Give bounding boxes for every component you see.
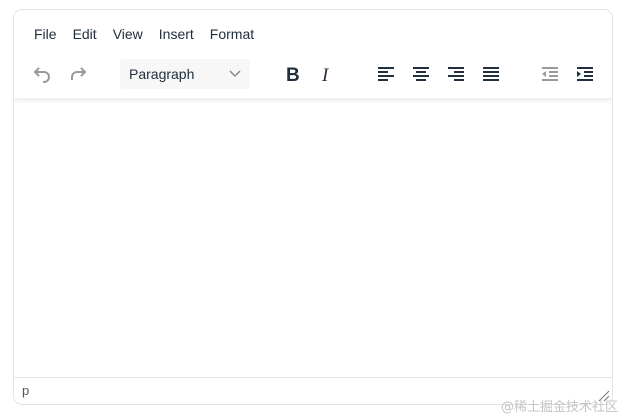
align-right-button[interactable] (441, 58, 471, 90)
svg-text:B: B (286, 65, 300, 86)
block-format-select[interactable]: Paragraph (120, 59, 250, 89)
undo-button[interactable] (27, 58, 57, 90)
undo-icon (33, 67, 50, 83)
editor-header: File Edit View Insert Format Paragraph B… (14, 10, 612, 99)
menu-edit[interactable]: Edit (65, 24, 105, 44)
menu-format[interactable]: Format (202, 24, 262, 44)
svg-text:I: I (321, 65, 330, 86)
toolbar: Paragraph B I (14, 58, 612, 90)
redo-icon (71, 67, 87, 80)
watermark: @稀土掘金技术社区 (500, 400, 618, 415)
align-justify-icon (483, 67, 499, 81)
italic-button[interactable]: I (312, 58, 342, 90)
menu-insert[interactable]: Insert (151, 24, 202, 44)
align-center-icon (413, 67, 429, 81)
align-left-icon (378, 67, 394, 81)
justify-button[interactable] (476, 58, 506, 90)
align-right-icon (448, 67, 464, 81)
outdent-button[interactable] (535, 58, 565, 90)
menu-file[interactable]: File (26, 24, 65, 44)
editor-content-area[interactable] (14, 98, 612, 378)
italic-icon: I (321, 65, 330, 86)
rich-text-editor: File Edit View Insert Format Paragraph B… (13, 9, 613, 405)
redo-button[interactable] (63, 58, 93, 90)
indent-button[interactable] (570, 58, 600, 90)
outdent-icon (542, 67, 558, 81)
bold-icon: B (286, 65, 300, 86)
menubar: File Edit View Insert Format (26, 24, 262, 44)
menu-view[interactable]: View (105, 24, 151, 44)
align-left-button[interactable] (371, 58, 401, 90)
align-center-button[interactable] (406, 58, 436, 90)
block-format-value: Paragraph (129, 66, 195, 82)
bold-button[interactable]: B (277, 58, 307, 90)
chevron-down-icon (229, 70, 241, 78)
indent-icon (577, 67, 593, 81)
element-path[interactable]: p (22, 383, 29, 398)
